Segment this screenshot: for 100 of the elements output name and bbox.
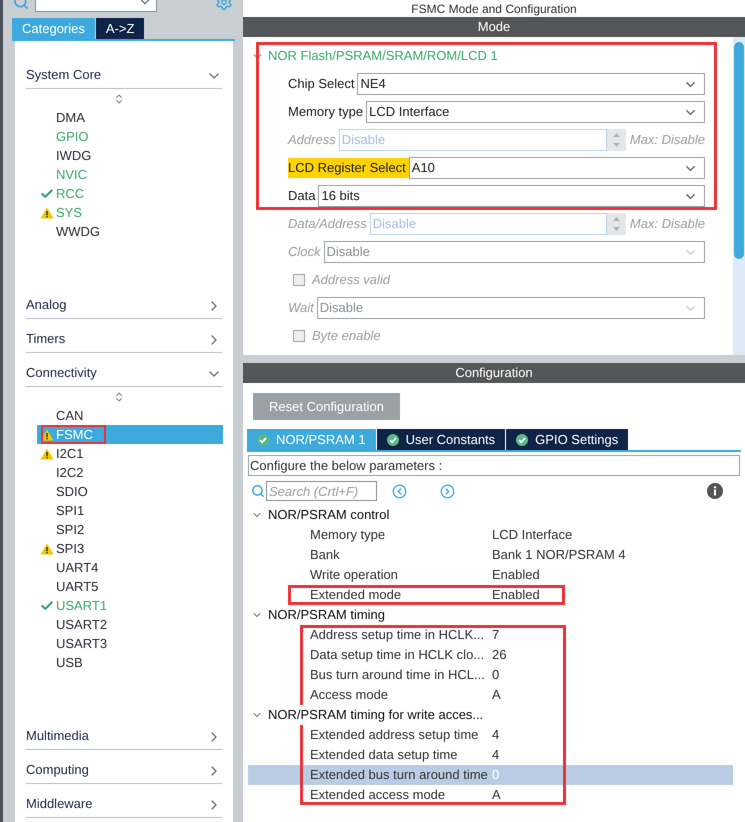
previous-icon[interactable] bbox=[392, 484, 407, 498]
field-label: Clock bbox=[288, 243, 322, 262]
category-header[interactable]: Computing bbox=[26, 760, 89, 779]
scrollbar-thumb[interactable] bbox=[734, 42, 744, 259]
category-header[interactable]: Multimedia bbox=[26, 726, 89, 745]
checkbox-label: Byte enable bbox=[312, 327, 381, 346]
peripheral-item[interactable]: I2C1 bbox=[37, 444, 223, 463]
peripheral-label: USART2 bbox=[56, 616, 108, 634]
peripheral-item[interactable]: SPI1 bbox=[37, 501, 223, 520]
dropdown[interactable]: LCD Interface bbox=[366, 101, 705, 123]
parameter-name: Memory type bbox=[309, 526, 386, 544]
parameter-row[interactable]: Address setup time in HCLK... 7 bbox=[248, 625, 733, 645]
parameter-name: Access mode bbox=[309, 686, 390, 704]
peripheral-item[interactable]: SPI2 bbox=[37, 520, 223, 539]
peripheral-item[interactable]: IWDG bbox=[37, 146, 223, 165]
peripheral-label: UART4 bbox=[56, 558, 98, 577]
panel-title: FSMC Mode and Configuration bbox=[411, 2, 577, 16]
peripheral-label: RCC bbox=[56, 184, 84, 203]
field-label: Wait bbox=[288, 299, 316, 318]
max-label: Max: Disable bbox=[628, 215, 705, 234]
group-label[interactable]: NOR/PSRAM timing for write acces... bbox=[268, 705, 484, 725]
info-icon[interactable] bbox=[707, 483, 723, 499]
section-header: Mode bbox=[243, 17, 745, 37]
max-label: Max: Disable bbox=[628, 131, 705, 150]
parameter-value: 0 bbox=[491, 766, 500, 784]
dropdown[interactable]: 16 bits bbox=[318, 185, 705, 207]
peripheral-item[interactable]: SDIO bbox=[37, 482, 223, 501]
parameter-row[interactable]: Bank Bank 1 NOR/PSRAM 4 bbox=[248, 545, 733, 565]
parameter-value: Enabled bbox=[491, 566, 540, 584]
config-tab[interactable]: User Constants bbox=[376, 429, 506, 450]
peripheral-item[interactable]: UART5 bbox=[37, 577, 223, 596]
peripheral-item[interactable]: WWDG bbox=[37, 222, 223, 241]
dropdown[interactable]: A10 bbox=[408, 157, 705, 179]
peripheral-label: SPI2 bbox=[56, 520, 84, 539]
checkbox-label: Address valid bbox=[312, 271, 390, 290]
parameter-row[interactable]: Extended access mode A bbox=[248, 785, 733, 805]
peripheral-item[interactable]: DMA bbox=[37, 108, 223, 127]
peripheral-label: USART3 bbox=[56, 634, 108, 653]
search-icon bbox=[251, 484, 265, 498]
group-label[interactable]: NOR/PSRAM control bbox=[268, 505, 390, 525]
config-tab[interactable]: GPIO Settings bbox=[506, 429, 628, 450]
category-header[interactable]: Middleware bbox=[26, 794, 92, 813]
parameter-name: Bank bbox=[309, 546, 341, 564]
category-tab[interactable]: A->Z bbox=[96, 18, 144, 39]
field-label: Data/Address bbox=[288, 215, 368, 234]
peripheral-item[interactable]: USART2 bbox=[37, 615, 223, 634]
peripheral-label: I2C1 bbox=[56, 444, 84, 463]
check-circle-icon bbox=[257, 434, 269, 446]
sort-icon[interactable] bbox=[113, 391, 125, 403]
parameter-row[interactable]: Data setup time in HCLK clo... 26 bbox=[248, 645, 733, 665]
parameter-value: A bbox=[491, 786, 501, 804]
parameter-row[interactable]: Memory type LCD Interface bbox=[248, 525, 733, 545]
peripheral-label: USART1 bbox=[56, 596, 108, 615]
category-header[interactable]: Connectivity bbox=[26, 362, 97, 382]
parameter-row[interactable]: Bus turn around time in HCL... 0 bbox=[248, 665, 733, 685]
field-label: Data bbox=[288, 187, 316, 206]
parameter-name: Extended address setup time bbox=[309, 726, 480, 744]
peripheral-item[interactable]: USART3 bbox=[37, 634, 223, 653]
parameter-value: 4 bbox=[491, 746, 500, 764]
parameter-name: Write operation bbox=[309, 566, 399, 584]
description-bar: Configure the below parameters : bbox=[248, 455, 740, 476]
category-header[interactable]: System Core bbox=[26, 64, 102, 84]
parameter-name: Bus turn around time in HCL... bbox=[309, 666, 486, 684]
peripheral-item[interactable]: UART4 bbox=[37, 558, 223, 577]
search-field[interactable]: Search (Crtl+F) bbox=[266, 481, 377, 501]
peripheral-item[interactable]: CAN bbox=[37, 406, 223, 425]
parameter-name: Extended mode bbox=[309, 586, 402, 604]
field-label: Address bbox=[288, 131, 337, 150]
peripheral-label: NVIC bbox=[56, 166, 88, 184]
sort-icon[interactable] bbox=[113, 93, 125, 105]
category-header[interactable]: Analog bbox=[26, 294, 66, 314]
next-icon[interactable] bbox=[440, 484, 455, 498]
field-label: LCD Register Select bbox=[288, 158, 409, 178]
peripheral-label: DMA bbox=[56, 108, 85, 127]
peripheral-label: WWDG bbox=[56, 222, 100, 241]
parameter-value: 26 bbox=[491, 646, 506, 664]
peripheral-label: CAN bbox=[56, 406, 84, 425]
field-label: Memory type bbox=[288, 103, 364, 122]
warning-icon bbox=[40, 428, 54, 440]
peripheral-item[interactable]: SPI3 bbox=[37, 539, 223, 558]
parameter-value: 4 bbox=[491, 726, 500, 744]
section-header: Configuration bbox=[243, 363, 745, 383]
parameter-row[interactable]: Write operation Enabled bbox=[248, 565, 733, 585]
parameter-value: LCD Interface bbox=[491, 526, 572, 544]
peripheral-item[interactable]: I2C2 bbox=[37, 463, 223, 482]
peripheral-label: SYS bbox=[56, 204, 82, 222]
parameter-row[interactable]: Extended bus turn around time 0 bbox=[248, 765, 733, 785]
parameter-row[interactable]: Access mode A bbox=[248, 685, 733, 705]
peripheral-item[interactable]: USB bbox=[37, 653, 223, 672]
check-circle-icon bbox=[516, 434, 528, 446]
parameter-name: Data setup time in HCLK clo... bbox=[309, 646, 486, 664]
peripheral-label: SPI1 bbox=[56, 502, 84, 520]
parameter-name: Address setup time in HCLK... bbox=[309, 626, 486, 644]
peripheral-label: UART5 bbox=[56, 578, 98, 596]
peripheral-label: GPIO bbox=[56, 128, 89, 146]
group-label[interactable]: NOR/PSRAM timing bbox=[268, 605, 386, 625]
parameter-row[interactable]: Extended mode Enabled bbox=[248, 585, 733, 605]
category-header[interactable]: Timers bbox=[26, 328, 66, 348]
dropdown[interactable]: NE4 bbox=[357, 73, 705, 95]
parameter-row[interactable]: Extended address setup time 4 bbox=[248, 725, 733, 745]
